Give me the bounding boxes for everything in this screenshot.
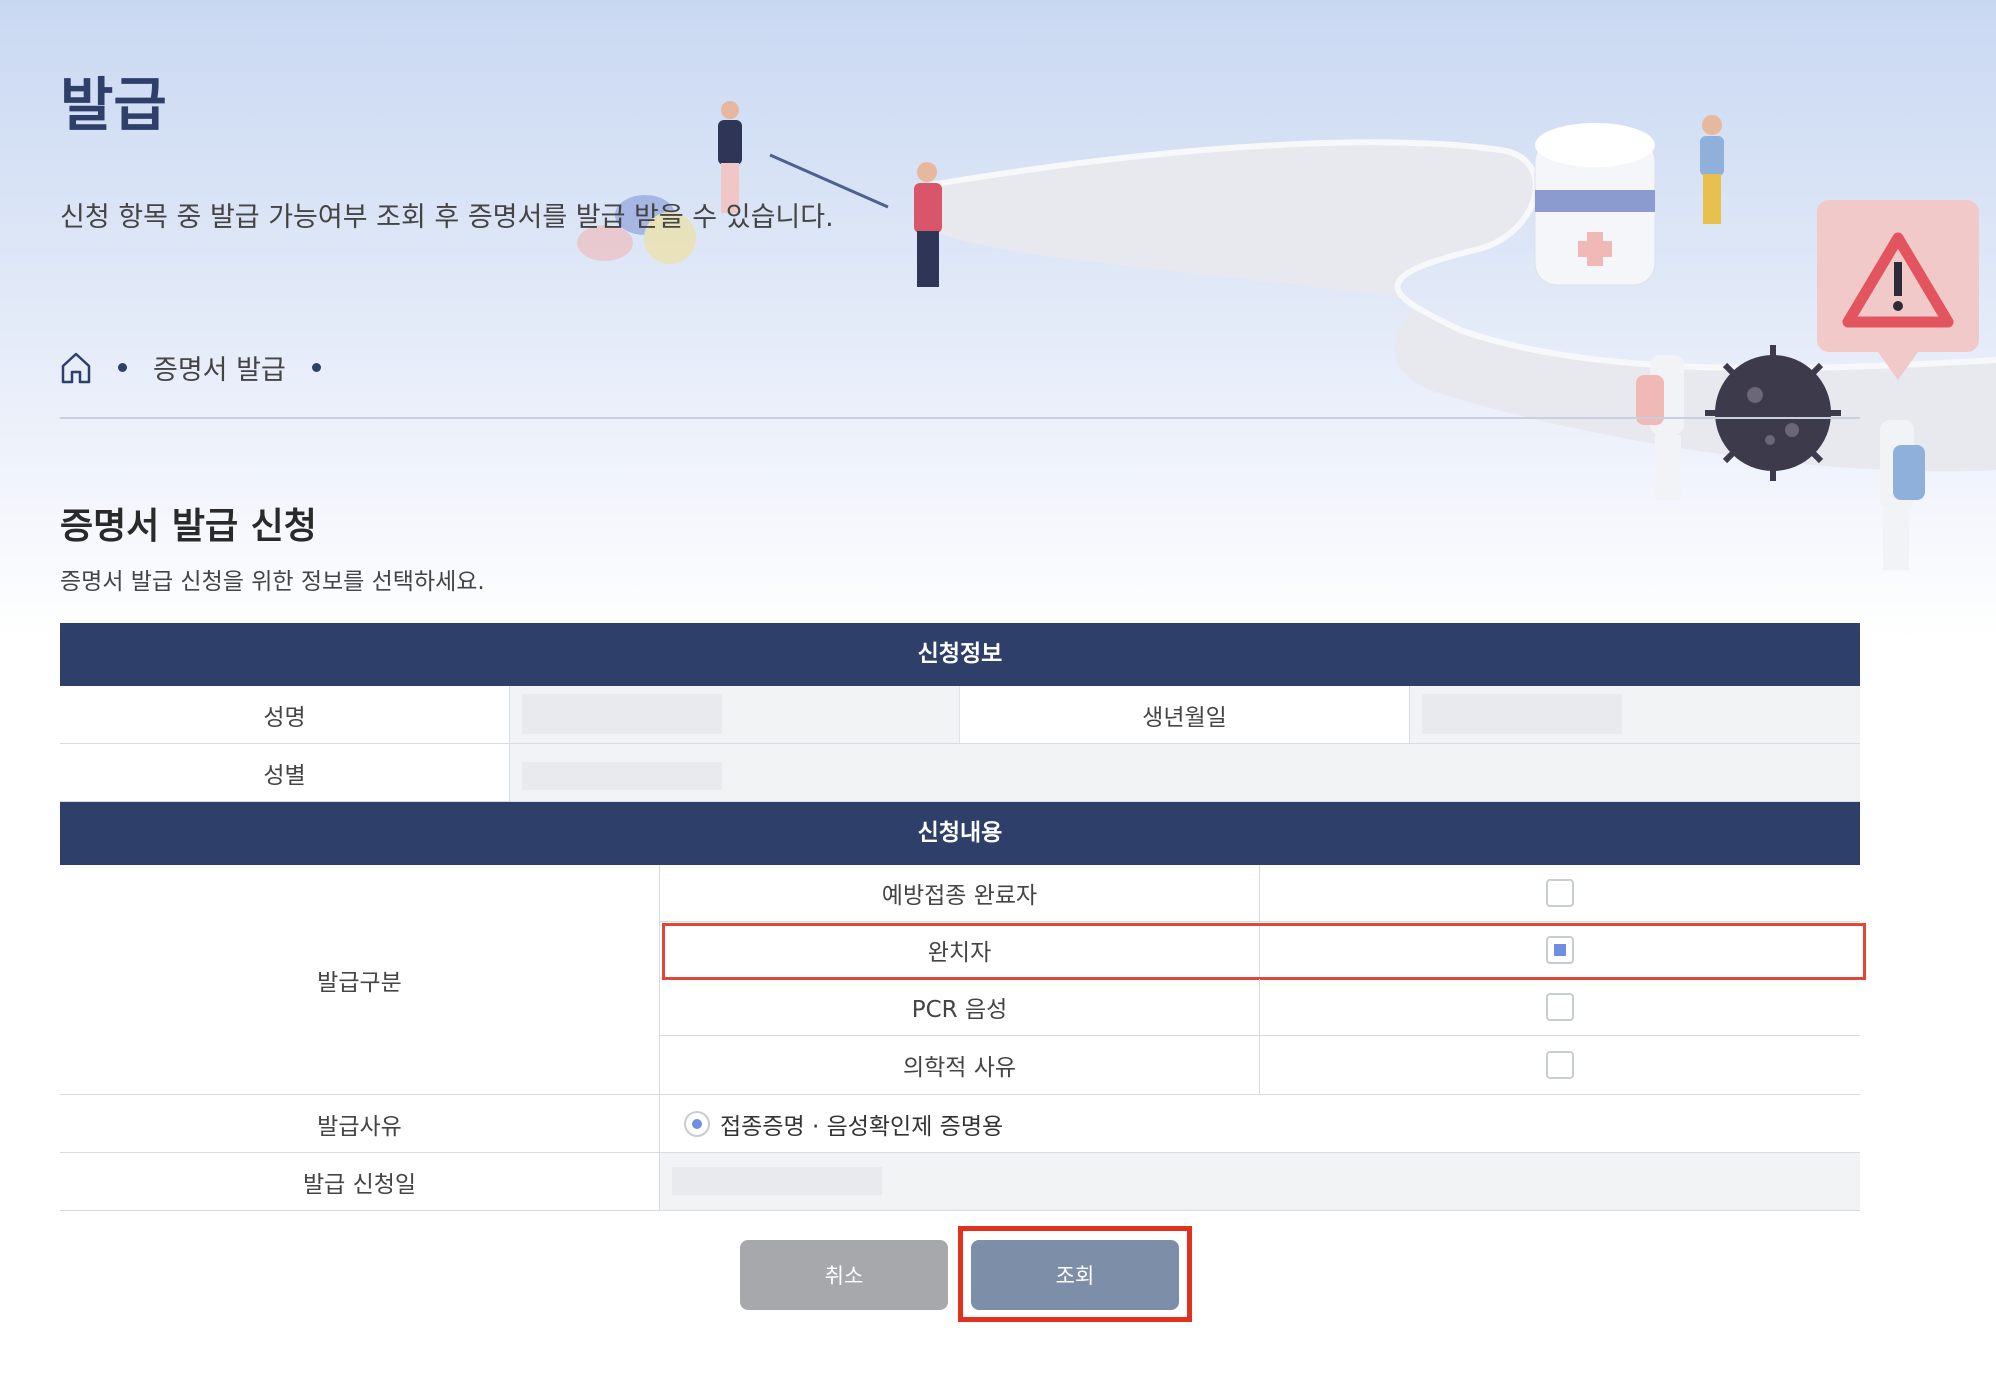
- gender-placeholder-block: [522, 762, 722, 790]
- applicant-info-header: 신청정보: [60, 623, 1860, 686]
- birth-label: 생년월일: [960, 686, 1410, 743]
- option-row-vaccinated[interactable]: 예방접종 완료자: [660, 865, 1860, 922]
- reason-text: 접종증명 · 음성확인제 증명용: [720, 1113, 1004, 1140]
- reason-row: 발급사유 접종증명 · 음성확인제 증명용: [60, 1095, 1860, 1153]
- section-title: 증명서 발급 신청: [60, 506, 317, 547]
- gender-label: 성별: [60, 744, 510, 801]
- gender-row: 성별: [60, 744, 1860, 802]
- date-row: 발급 신청일: [60, 1153, 1860, 1211]
- page-title: 발급: [60, 71, 167, 139]
- name-label: 성명: [60, 686, 510, 743]
- name-birth-row: 성명 생년월일: [60, 686, 1860, 744]
- birth-value: [1410, 686, 1860, 743]
- option-row-recovered[interactable]: 완치자: [660, 922, 1866, 980]
- page-description: 신청 항목 중 발급 가능여부 조회 후 증명서를 발급 받을 수 있습니다.: [60, 202, 834, 233]
- gender-value: [510, 744, 1860, 801]
- issue-type-block: 발급구분 예방접종 완료자 완치자 PCR 음성 의학적 사유: [60, 865, 1866, 1095]
- reason-radio[interactable]: [684, 1110, 710, 1137]
- reason-label: 발급사유: [60, 1095, 660, 1152]
- warning-sign-illustration: [1817, 200, 1979, 380]
- date-value: [660, 1153, 1860, 1210]
- cancel-button[interactable]: 취소: [740, 1240, 948, 1310]
- name-value: [510, 686, 960, 743]
- option-row-pcr-negative[interactable]: PCR 음성: [660, 979, 1860, 1036]
- vaccinated-checkbox[interactable]: [1546, 879, 1574, 907]
- virus-illustration: [1705, 345, 1841, 481]
- breadcrumb-separator: [118, 363, 127, 372]
- recovered-checkbox[interactable]: [1546, 936, 1574, 964]
- option-row-medical-reason[interactable]: 의학적 사유: [660, 1036, 1860, 1094]
- action-buttons: 취소 조회: [0, 1226, 1996, 1322]
- breadcrumb-separator: [311, 363, 321, 372]
- breadcrumb-current[interactable]: 증명서 발급: [153, 348, 286, 387]
- breadcrumb: 증명서 발급: [60, 348, 347, 387]
- certificate-form: 신청정보 성명 생년월일 성별 신청내용 발급구분 예방접종 완료자 완치자 P…: [60, 623, 1866, 1211]
- divider: [60, 417, 1860, 419]
- date-placeholder-block: [672, 1167, 882, 1195]
- medical-reason-checkbox[interactable]: [1546, 1051, 1574, 1079]
- name-placeholder-block: [522, 694, 722, 734]
- issue-type-options: 예방접종 완료자 완치자 PCR 음성 의학적 사유: [660, 865, 1866, 1094]
- option-label: PCR 음성: [660, 979, 1260, 1035]
- pcr-negative-checkbox[interactable]: [1546, 993, 1574, 1021]
- option-label: 의학적 사유: [660, 1036, 1260, 1094]
- issue-type-label: 발급구분: [60, 865, 660, 1094]
- date-label: 발급 신청일: [60, 1153, 660, 1210]
- birth-placeholder-block: [1422, 694, 1622, 734]
- medicine-jar-illustration: [1534, 123, 1656, 286]
- reason-value[interactable]: 접종증명 · 음성확인제 증명용: [660, 1095, 1003, 1152]
- option-label: 예방접종 완료자: [660, 865, 1260, 921]
- search-button-highlight: [958, 1226, 1192, 1322]
- request-content-header: 신청내용: [60, 802, 1860, 865]
- section-description: 증명서 발급 신청을 위한 정보를 선택하세요.: [60, 569, 485, 595]
- home-icon[interactable]: [60, 351, 92, 385]
- option-label: 완치자: [660, 922, 1260, 978]
